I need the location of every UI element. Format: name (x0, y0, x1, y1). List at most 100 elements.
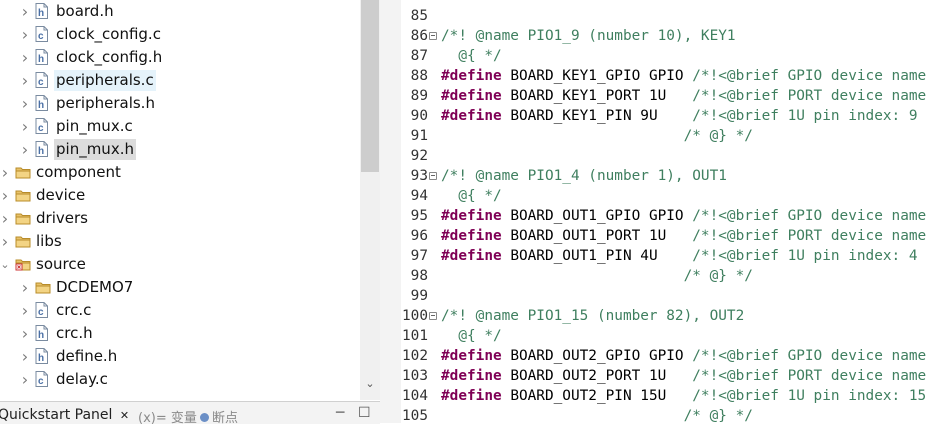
code-text: /*! @name PIO1_15 (number 82), OUT2 (441, 308, 745, 324)
tree-item[interactable]: › h pin_mux.h (0, 138, 360, 161)
line-number: 99 (410, 288, 428, 304)
chevron-right-icon[interactable]: › (20, 115, 30, 138)
code-line[interactable]: 105 /* @} */ (401, 406, 939, 423)
minimize-icon[interactable]: ─ (336, 405, 344, 421)
scroll-down-arrow-icon[interactable]: ⌄ (360, 373, 380, 395)
fold-collapse-icon[interactable] (429, 32, 437, 40)
tree-item-label: drivers (36, 209, 88, 227)
chevron-down-icon[interactable]: ⌄ (0, 253, 10, 276)
project-explorer-tree: › h board.h › c clock_config.c › h clock_c… (0, 0, 360, 400)
line-number: 97 (410, 248, 428, 264)
line-number: 85 (410, 8, 428, 24)
tree-item[interactable]: › component (0, 161, 360, 184)
tree-item-label: clock_config.c (56, 25, 161, 43)
tree-item[interactable]: › h board.h (0, 0, 360, 23)
chevron-right-icon[interactable]: › (20, 92, 30, 115)
code-line[interactable]: 97 #define BOARD_OUT1_PIN 4U /*!<@brief 1… (401, 246, 939, 266)
tree-item[interactable]: › c crc.c (0, 299, 360, 322)
tree-item[interactable]: › c peripherals.c (0, 69, 360, 92)
c-file-icon: c (35, 118, 48, 134)
tab-quickstart-panel[interactable]: Quickstart Panel ✕ (0, 407, 129, 423)
chevron-right-icon[interactable]: › (20, 23, 30, 46)
svg-text:c: c (38, 77, 44, 88)
chevron-right-icon[interactable]: › (20, 322, 30, 345)
tree-item-label: pin_mux.h (54, 139, 136, 160)
code-line[interactable]: 94 @{ */ (401, 186, 939, 206)
code-line[interactable]: 104 #define BOARD_OUT2_PIN 15U /*!<@brief… (401, 386, 939, 406)
code-editor[interactable]: 85 86 /*! @name PIO1_9 (number 10), KEY1 87… (401, 0, 939, 423)
tree-item[interactable]: › h peripherals.h (0, 92, 360, 115)
svg-text:h: h (38, 100, 44, 111)
chevron-right-icon[interactable]: › (0, 230, 10, 253)
code-line[interactable]: 102 #define BOARD_OUT2_GPIO GPIO /*!<@bri… (401, 346, 939, 366)
code-text: /* @} */ (441, 408, 753, 423)
tree-item[interactable]: › libs (0, 230, 360, 253)
code-line[interactable]: 101 @{ */ (401, 326, 939, 346)
code-line[interactable]: 93 /*! @name PIO1_4 (number 1), OUT1 (401, 166, 939, 186)
tree-item-label: component (36, 163, 121, 181)
code-line[interactable]: 103 #define BOARD_OUT2_PORT 1U /*!<@brief… (401, 366, 939, 386)
code-line[interactable]: 85 (401, 6, 939, 26)
code-line[interactable]: 98 /* @} */ (401, 266, 939, 286)
svg-text:h: h (38, 54, 44, 65)
tree-item[interactable]: › DCDEMO7 (0, 276, 360, 299)
chevron-right-icon[interactable]: › (20, 46, 30, 69)
tab-breakpoints[interactable]: 断点 (200, 407, 238, 426)
h-file-icon: h (35, 3, 48, 19)
code-line[interactable]: 96 #define BOARD_OUT1_PORT 1U /*!<@brief … (401, 226, 939, 246)
chevron-right-icon[interactable]: › (20, 276, 30, 299)
c-file-icon: c (35, 26, 48, 42)
fold-collapse-icon[interactable] (429, 312, 437, 320)
line-number: 101 (402, 328, 428, 344)
svg-text:c: c (38, 123, 44, 134)
tree-item[interactable]: ⌄ source (0, 253, 360, 276)
code-line[interactable]: 90 #define BOARD_KEY1_PIN 9U /*!<@brief 1… (401, 106, 939, 126)
chevron-right-icon[interactable]: › (0, 207, 10, 230)
line-number: 91 (410, 128, 428, 144)
code-line[interactable]: 89 #define BOARD_KEY1_PORT 1U /*!<@brief … (401, 86, 939, 106)
chevron-right-icon[interactable]: › (20, 138, 30, 161)
code-line[interactable]: 92 (401, 146, 939, 166)
close-icon[interactable]: ✕ (120, 409, 129, 422)
code-line[interactable]: 95 #define BOARD_OUT1_GPIO GPIO /*!<@brie… (401, 206, 939, 226)
fold-collapse-icon[interactable] (429, 172, 437, 180)
chevron-right-icon[interactable]: › (20, 368, 30, 391)
code-line[interactable]: 100 /*! @name PIO1_15 (number 82), OUT2 (401, 306, 939, 326)
chevron-right-icon[interactable]: › (0, 184, 10, 207)
line-number: 90 (410, 108, 428, 124)
code-text: /*! @name PIO1_9 (number 10), KEY1 (441, 28, 736, 44)
tree-scrollbar-thumb[interactable] (361, 0, 379, 172)
code-line[interactable]: 88 #define BOARD_KEY1_GPIO GPIO /*!<@brie… (401, 66, 939, 86)
chevron-right-icon[interactable]: › (0, 161, 10, 184)
pane-divider[interactable] (380, 0, 401, 423)
chevron-right-icon[interactable]: › (20, 299, 30, 322)
chevron-right-icon[interactable]: › (20, 69, 30, 92)
code-text: #define BOARD_KEY1_PIN 9U /*!<@brief 1U … (441, 108, 918, 124)
tree-item[interactable]: › h crc.h (0, 322, 360, 345)
line-number: 98 (410, 268, 428, 284)
line-number: 104 (402, 388, 428, 404)
code-line[interactable]: 86 /*! @name PIO1_9 (number 10), KEY1 (401, 26, 939, 46)
line-number: 96 (410, 228, 428, 244)
code-text: #define BOARD_OUT1_GPIO GPIO /*!<@brief … (441, 208, 927, 224)
tree-item[interactable]: › device (0, 184, 360, 207)
chevron-right-icon[interactable]: › (20, 345, 30, 368)
code-text: #define BOARD_KEY1_PORT 1U /*!<@brief PO… (441, 88, 927, 104)
code-line[interactable]: 87 @{ */ (401, 46, 939, 66)
code-line[interactable]: 99 (401, 286, 939, 306)
tree-item[interactable]: › h define.h (0, 345, 360, 368)
tree-item-label: libs (36, 232, 62, 250)
code-line[interactable]: 91 /* @} */ (401, 126, 939, 146)
h-file-icon: h (35, 348, 48, 364)
tree-item-label: source (36, 255, 86, 273)
tab-quickstart-label: Quickstart Panel (0, 407, 113, 423)
tree-item[interactable]: › c pin_mux.c (0, 115, 360, 138)
chevron-right-icon[interactable]: › (20, 0, 30, 23)
tab-variables[interactable]: (x)= 变量 (138, 407, 197, 426)
tree-item[interactable]: › drivers (0, 207, 360, 230)
line-number: 89 (410, 88, 428, 104)
tree-item[interactable]: › h clock_config.h (0, 46, 360, 69)
tree-item[interactable]: › c delay.c (0, 368, 360, 391)
maximize-icon[interactable]: ☐ (358, 405, 371, 421)
tree-item[interactable]: › c clock_config.c (0, 23, 360, 46)
